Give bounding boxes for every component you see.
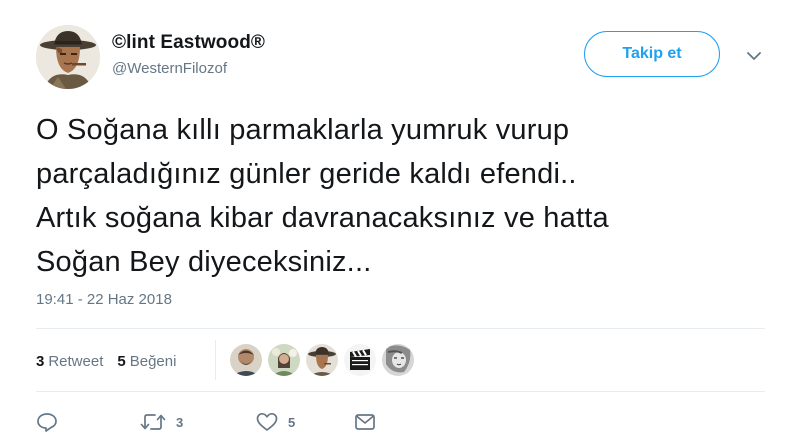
retweet-action-count: 3 [176,414,184,430]
like-label: Beğeni [129,352,177,370]
cowboy-avatar-icon [306,344,338,376]
heart-icon [256,412,278,431]
author-handle[interactable]: @WesternFilozof [112,60,227,77]
stats-separator [215,340,216,380]
engagement-stats: 3 Retweet 5 Beğeni [36,347,190,375]
like-count-link[interactable]: 5 Beğeni [117,353,176,370]
tweet-card: ©lint Eastwood® @WesternFilozof Takip et… [0,0,800,447]
divider-top [36,328,765,329]
reply-icon [37,413,57,432]
clapperboard-avatar-icon [344,344,376,376]
retweet-label: Retweet [48,352,104,370]
author-display-name[interactable]: ©lint Eastwood® [112,32,265,54]
like-count: 5 [117,352,126,370]
tweet-text: O Soğana kıllı parmaklarla yumruk vurup … [36,114,609,278]
more-options-button[interactable] [744,46,764,66]
like-button[interactable]: 5 [256,412,354,432]
liker-avatar-5[interactable] [382,344,414,376]
envelope-icon [355,414,375,430]
like-action-count: 5 [288,414,296,430]
tweet-timestamp[interactable]: 19:41 - 22 Haz 2018 [36,291,172,308]
author-avatar[interactable] [36,25,100,89]
chevron-down-icon [747,52,761,60]
woman-flowers-avatar-icon [268,344,300,376]
liker-avatars [230,344,420,376]
reply-button[interactable] [36,412,140,432]
direct-message-button[interactable] [354,413,376,431]
liker-avatar-4[interactable] [344,344,376,376]
bearded-man-avatar-icon [230,344,262,376]
retweet-icon [140,414,166,430]
liker-avatar-1[interactable] [230,344,262,376]
retweet-count: 3 [36,352,45,370]
follow-button-label: Takip et [622,45,682,62]
cowboy-portrait-icon [36,25,100,89]
sketch-face-avatar-icon [382,344,414,376]
divider-bottom [36,391,765,392]
liker-avatar-3[interactable] [306,344,338,376]
retweet-button[interactable]: 3 [140,412,256,432]
retweet-count-link[interactable]: 3 Retweet [36,353,103,370]
follow-button[interactable]: Takip et [584,31,720,77]
liker-avatar-2[interactable] [268,344,300,376]
tweet-actions: 3 5 [36,408,376,436]
